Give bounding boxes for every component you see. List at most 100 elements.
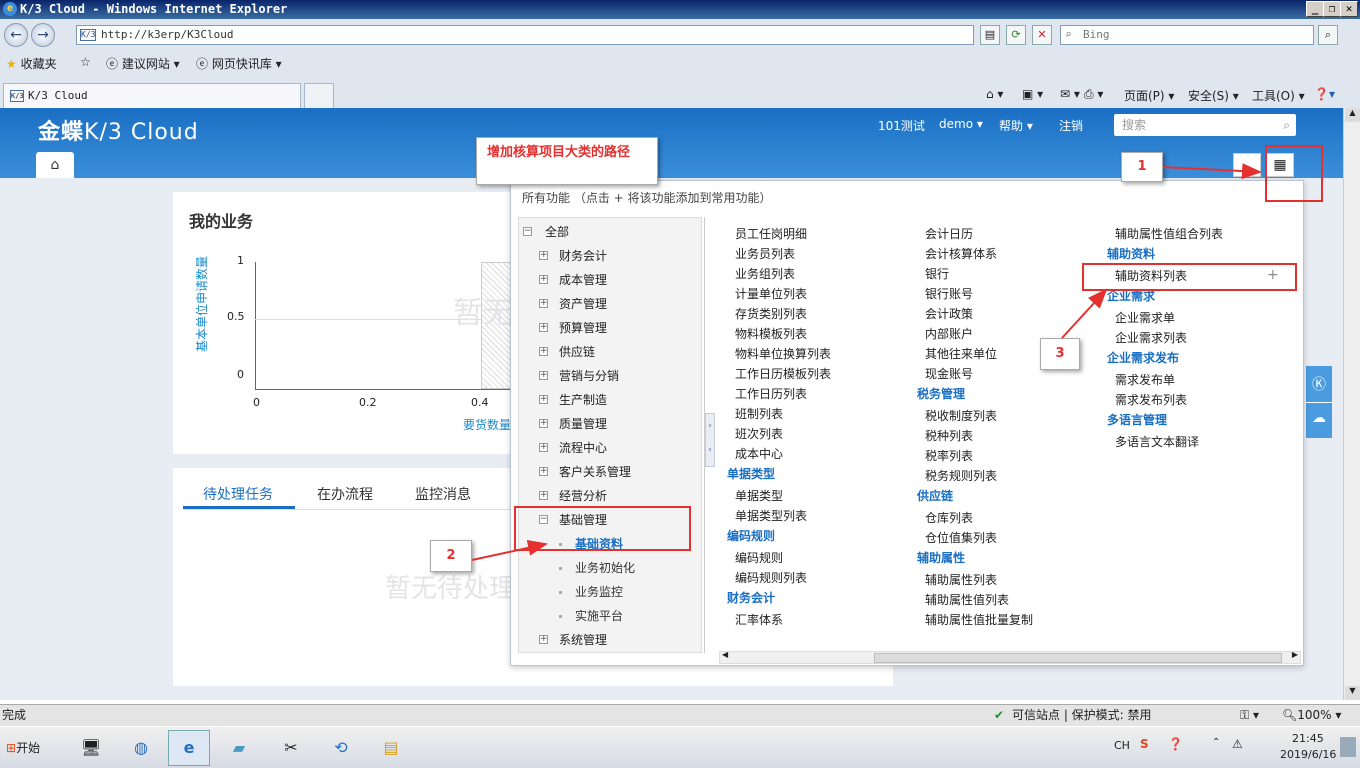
function-link[interactable]: 会计日历 — [925, 225, 973, 242]
tray-expand-icon[interactable]: ⌃ — [1212, 737, 1220, 748]
new-tab-button[interactable] — [304, 83, 334, 108]
show-desktop-icon[interactable] — [1340, 737, 1356, 757]
ie-taskbar-icon[interactable]: e — [168, 730, 210, 766]
tools-menu[interactable]: 工具(O) ▾ — [1252, 87, 1305, 104]
print-icon[interactable]: ⎙ ▾ — [1084, 87, 1103, 102]
tree-item[interactable]: + 成本管理 — [519, 268, 703, 292]
expand-icon[interactable]: + — [539, 251, 548, 260]
function-link[interactable]: 计量单位列表 — [735, 285, 807, 302]
function-link[interactable]: 工作日历列表 — [735, 385, 807, 402]
close-button[interactable]: ✕ — [1340, 1, 1358, 17]
function-link[interactable]: 内部账户 — [925, 325, 973, 342]
tree-item[interactable]: + 客户关系管理 — [519, 460, 703, 484]
panel-collapse-toggle[interactable]: › ‹ — [705, 413, 715, 467]
panel-hscroll[interactable]: ◀ ▶ — [719, 650, 1301, 664]
scroll-left-icon[interactable]: ◀ — [722, 650, 728, 659]
expand-icon[interactable]: + — [539, 491, 548, 500]
function-link[interactable]: 业务员列表 — [735, 245, 795, 262]
expand-icon[interactable]: + — [539, 419, 548, 428]
function-link[interactable]: 业务组列表 — [735, 265, 795, 282]
expand-icon[interactable]: + — [539, 299, 548, 308]
tree-item[interactable]: + 资产管理 — [519, 292, 703, 316]
back-button[interactable]: ← — [4, 23, 28, 47]
k-icon[interactable]: Ⓚ — [1309, 374, 1329, 394]
bing-search-input[interactable]: ⌕ Bing — [1060, 25, 1314, 45]
explorer-icon[interactable]: ▤ — [370, 730, 412, 766]
function-link[interactable]: 企业需求单 — [1115, 309, 1175, 326]
expand-icon[interactable]: + — [539, 467, 548, 476]
tree-item[interactable]: + 生产制造 — [519, 388, 703, 412]
tab-in-progress[interactable]: 在办流程 — [317, 484, 373, 504]
expand-icon[interactable]: + — [539, 635, 548, 644]
feeds-icon[interactable]: ▣ ▾ — [1022, 87, 1043, 101]
tree-item[interactable]: + 营销与分销 — [519, 364, 703, 388]
function-link[interactable]: 员工任岗明细 — [735, 225, 807, 242]
function-link[interactable]: 会计政策 — [925, 305, 973, 322]
expand-icon[interactable]: + — [539, 371, 548, 380]
tree-item[interactable]: + 财务会计 — [519, 244, 703, 268]
function-link[interactable]: 其他往来单位 — [925, 345, 997, 362]
sync-icon[interactable]: ⟲ — [320, 730, 362, 766]
compat-icon[interactable]: ▤ — [980, 25, 1000, 45]
function-link[interactable]: 工作日历模板列表 — [735, 365, 831, 382]
notepad-icon[interactable]: ▰ — [218, 730, 260, 766]
tab-monitor-messages[interactable]: 监控消息 — [415, 484, 471, 504]
tree-item[interactable]: + 质量管理 — [519, 412, 703, 436]
function-link[interactable]: 辅助属性列表 — [925, 571, 997, 588]
collapse-icon[interactable]: ⌄ — [1233, 153, 1261, 177]
tools-icon[interactable]: ✂ — [270, 730, 312, 766]
function-link[interactable]: 编码规则列表 — [735, 569, 807, 586]
function-link[interactable]: 税率列表 — [925, 447, 973, 464]
function-link[interactable]: 编码规则 — [735, 549, 783, 566]
function-link[interactable]: 需求发布列表 — [1115, 391, 1187, 408]
address-bar[interactable]: K/3 http://k3erp/K3Cloud — [76, 25, 974, 45]
help-menu[interactable]: 帮助 ▾ — [999, 117, 1033, 134]
function-link[interactable]: 税种列表 — [925, 427, 973, 444]
ime-icon[interactable]: S — [1140, 737, 1149, 751]
function-link[interactable]: 物料模板列表 — [735, 325, 807, 342]
tree-subitem[interactable]: 业务初始化 — [519, 556, 703, 580]
zoom-control[interactable]: 🔍︎100% ▾ — [1282, 705, 1341, 725]
tree-subitem[interactable]: 实施平台 — [519, 604, 703, 628]
org-link[interactable]: 101测试 — [878, 117, 925, 134]
function-link[interactable]: 成本中心 — [735, 445, 783, 462]
scroll-up-icon[interactable]: ▲ — [1345, 108, 1360, 122]
function-link[interactable]: 现金账号 — [925, 365, 973, 382]
hscroll-thumb[interactable] — [874, 653, 1282, 663]
tree-item[interactable]: + 预算管理 — [519, 316, 703, 340]
add-favorites-icon[interactable]: ☆ — [80, 55, 91, 69]
tree-item[interactable]: + 系统管理 — [519, 628, 703, 652]
function-link[interactable]: 会计核算体系 — [925, 245, 997, 262]
help-icon[interactable]: ❓▾ — [1314, 87, 1335, 101]
security-icon[interactable]: ⚿ ▾ — [1240, 705, 1259, 725]
function-link[interactable]: 税务规则列表 — [925, 467, 997, 484]
tree-root[interactable]: − 全部 — [519, 220, 703, 244]
logout-link[interactable]: 注销 — [1059, 117, 1083, 134]
tree-item[interactable]: + 供应链 — [519, 340, 703, 364]
function-link[interactable]: 存货类别列表 — [735, 305, 807, 322]
function-link[interactable]: 仓库列表 — [925, 509, 973, 526]
server-manager-icon[interactable]: 🖥︎ — [70, 730, 112, 766]
expand-icon[interactable]: + — [539, 395, 548, 404]
function-link[interactable]: 银行账号 — [925, 285, 973, 302]
page-scrollbar[interactable]: ▲ ▼ — [1343, 108, 1360, 700]
function-link[interactable]: 班次列表 — [735, 425, 783, 442]
tab-k3cloud[interactable]: K/3 K/3 Cloud — [3, 83, 301, 108]
function-link[interactable]: 税收制度列表 — [925, 407, 997, 424]
function-link[interactable]: 银行 — [925, 265, 949, 282]
home-tab[interactable]: ⌂ — [36, 152, 74, 178]
function-link[interactable]: 辅助属性值列表 — [925, 591, 1009, 608]
scroll-right-icon[interactable]: ▶ — [1292, 650, 1298, 659]
help-tray-icon[interactable]: ❓ — [1168, 737, 1183, 751]
safety-menu[interactable]: 安全(S) ▾ — [1188, 87, 1239, 104]
restore-button[interactable]: ❐ — [1323, 1, 1341, 17]
favorites-button[interactable]: ★ 收藏夹 — [6, 55, 57, 72]
search-go-icon[interactable]: ⌕ — [1318, 25, 1338, 45]
function-link[interactable]: 仓位值集列表 — [925, 529, 997, 546]
language-indicator[interactable]: CH — [1114, 739, 1130, 752]
tree-item[interactable]: + 流程中心 — [519, 436, 703, 460]
page-menu[interactable]: 页面(P) ▾ — [1124, 87, 1174, 104]
forward-button[interactable]: → — [31, 23, 55, 47]
function-link[interactable]: 班制列表 — [735, 405, 783, 422]
function-link[interactable]: 汇率体系 — [735, 611, 783, 628]
